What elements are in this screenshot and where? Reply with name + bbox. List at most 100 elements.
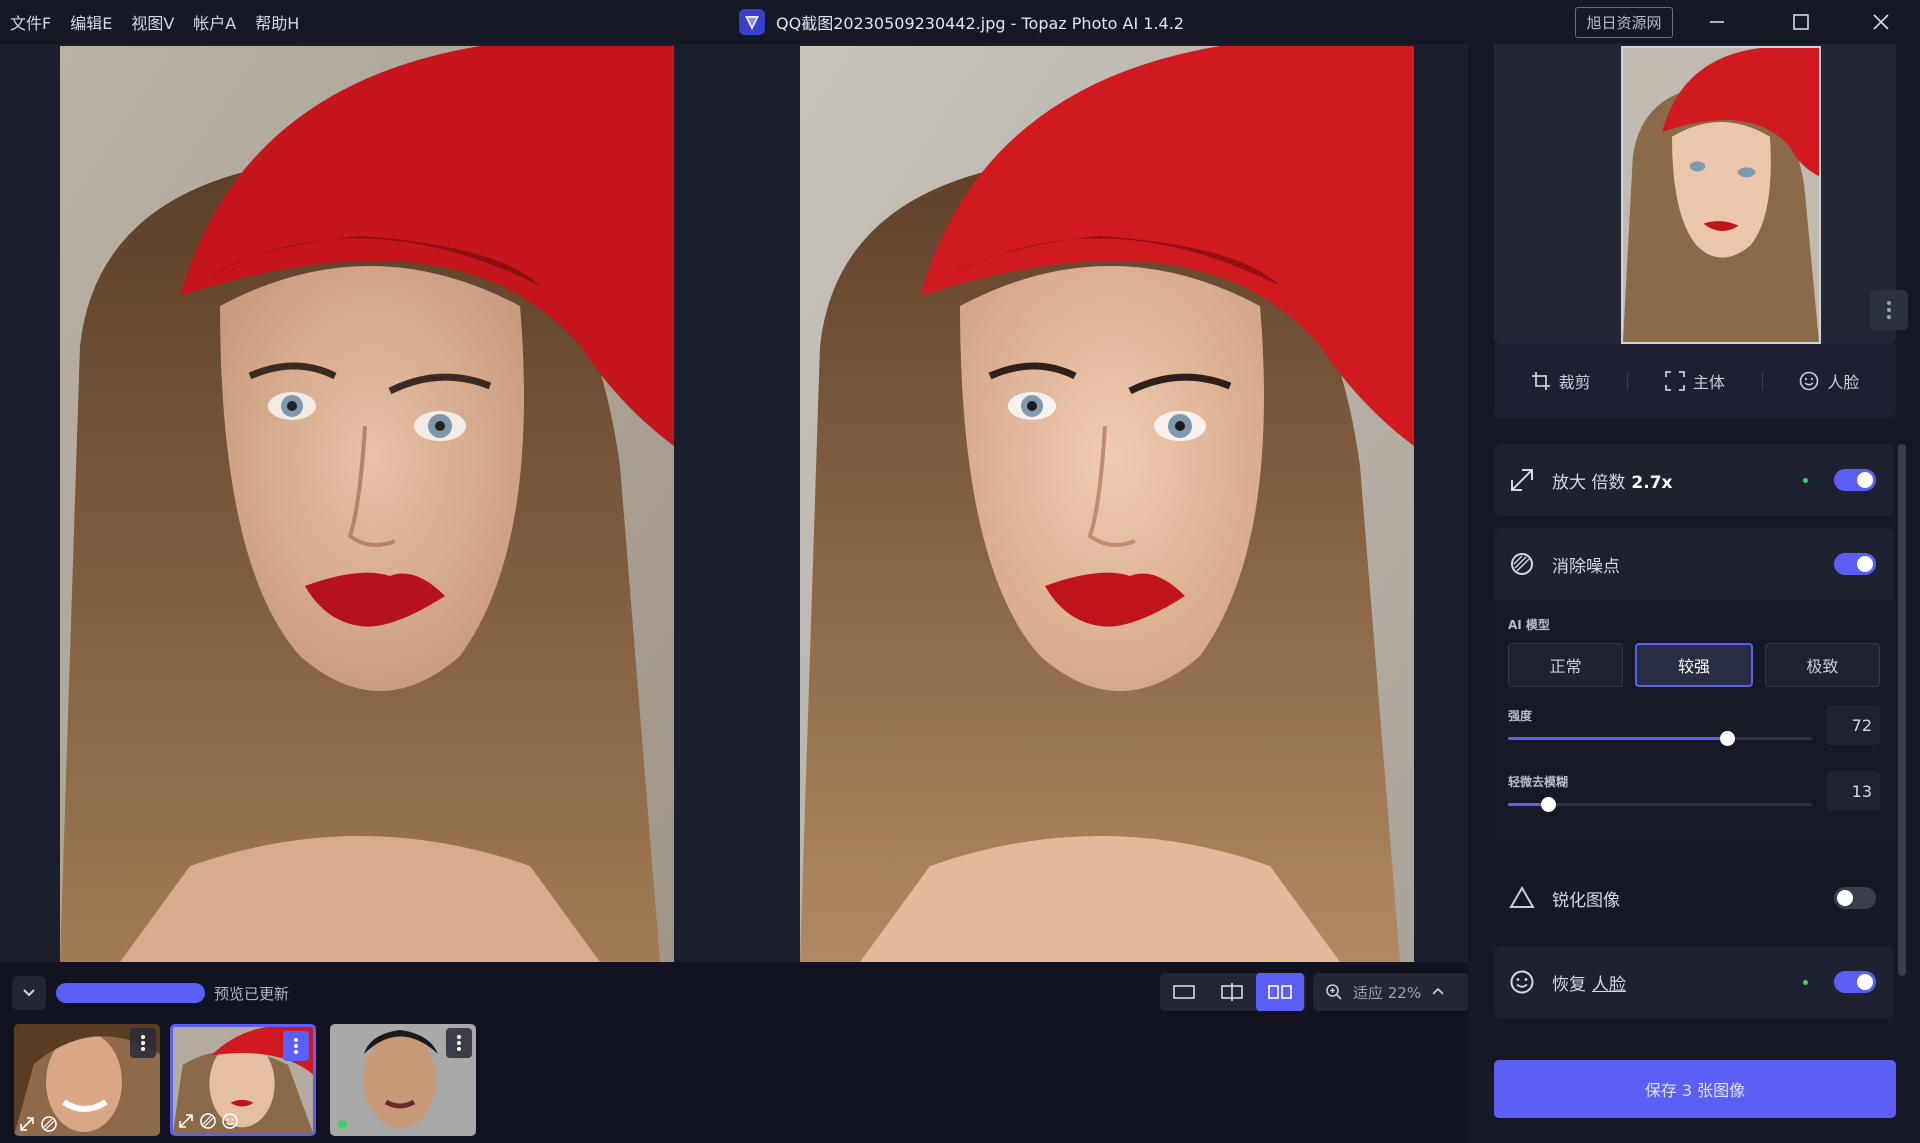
view-single-button[interactable] <box>1160 973 1208 1011</box>
crop-tool-button[interactable]: 裁剪 <box>1494 369 1627 393</box>
menu-view[interactable]: 视图V <box>131 10 174 34</box>
model-normal-button[interactable]: 正常 <box>1508 643 1624 687</box>
navigator-thumbnail[interactable] <box>1621 46 1821 344</box>
upscale-header[interactable]: 放大 倍数 2.7x <box>1494 444 1894 516</box>
save-images-button[interactable]: 保存 3 张图像 <box>1494 1060 1896 1118</box>
chevron-down-icon <box>23 989 35 997</box>
sharpen-card: 锐化图像 <box>1494 862 1894 934</box>
face-recovery-card: 恢复 人脸 <box>1494 946 1894 1018</box>
face-icon <box>1510 970 1534 994</box>
single-view-icon <box>1173 985 1195 999</box>
topaz-logo-icon <box>739 9 765 35</box>
denoise-card: 消除噪点 AI 模型 正常 较强 极致 强度 72 轻微去模糊 13 <box>1494 528 1894 843</box>
thumbnail-menu-button[interactable] <box>446 1028 472 1058</box>
model-extreme-button[interactable]: 极致 <box>1764 643 1880 687</box>
thumbnail-menu-button[interactable] <box>130 1028 156 1058</box>
navigator-menu-button[interactable] <box>1870 290 1908 330</box>
crop-icon <box>1531 372 1550 390</box>
ai-model-label: AI 模型 <box>1508 618 1550 632</box>
denoise-toggle[interactable] <box>1834 553 1876 575</box>
strength-slider-handle[interactable] <box>1719 731 1735 746</box>
maximize-icon[interactable] <box>1786 8 1816 36</box>
thumbnail-red-beret-woman[interactable] <box>170 1024 316 1136</box>
deblur-label: 轻微去模糊 <box>1508 775 1569 789</box>
face-label: 人脸 <box>1827 373 1860 392</box>
thumbnail-status-icons <box>177 1112 239 1130</box>
close-icon[interactable] <box>1866 8 1896 36</box>
settings-scrollbar[interactable] <box>1898 444 1906 976</box>
selection-tools: 裁剪 主体 人脸 <box>1494 344 1896 418</box>
window-title: QQ截图20230509230442.jpg - Topaz Photo AI … <box>738 0 1184 44</box>
sharpen-icon <box>1509 886 1535 908</box>
upscale-factor: 2.7x <box>1631 472 1673 493</box>
denoise-header[interactable]: 消除噪点 <box>1494 528 1894 600</box>
denoise-icon <box>1511 553 1533 575</box>
upscale-toggle[interactable] <box>1834 469 1876 491</box>
deblur-slider-handle[interactable] <box>1540 797 1556 812</box>
deblur-slider-row: 轻微去模糊 13 <box>1508 763 1880 829</box>
thumbnail-man-portrait[interactable] <box>330 1024 476 1136</box>
original-image[interactable] <box>60 46 674 962</box>
window-title-text: QQ截图20230509230442.jpg - Topaz Photo AI … <box>776 14 1184 33</box>
face-tool-button[interactable]: 人脸 <box>1763 369 1896 393</box>
sharpen-toggle[interactable] <box>1834 887 1876 909</box>
menu-account[interactable]: 帐户A <box>193 10 236 34</box>
upscale-icon <box>20 1117 34 1131</box>
upscale-icon <box>179 1114 193 1128</box>
deblur-slider[interactable] <box>1508 797 1812 812</box>
zoom-level: 适应 22% <box>1353 983 1422 1002</box>
thumbnail-status-icons <box>18 1115 58 1133</box>
filmstrip <box>0 1018 1468 1143</box>
deblur-value-input[interactable]: 13 <box>1826 771 1880 811</box>
face-recovery-link[interactable]: 人脸 <box>1592 975 1626 995</box>
zoom-control[interactable]: 适应 22% <box>1313 973 1468 1011</box>
strength-value-input[interactable]: 72 <box>1826 705 1880 745</box>
collapse-filmstrip-button[interactable] <box>12 976 46 1010</box>
more-vertical-icon <box>141 1035 145 1051</box>
preview-progress-bar <box>56 983 205 1003</box>
subject-tool-button[interactable]: 主体 <box>1628 369 1761 393</box>
active-indicator <box>1803 979 1808 985</box>
thumbnail-smiling-woman[interactable] <box>14 1024 160 1136</box>
denoise-icon <box>200 1113 216 1129</box>
right-panel: 裁剪 主体 人脸 放大 倍数 2.7x 消除噪点 AI 模型 正常 较强 极致 … <box>1468 44 1920 1143</box>
upscale-title: 放大 倍数 2.7x <box>1552 472 1673 493</box>
more-vertical-icon <box>1887 301 1891 319</box>
more-vertical-icon <box>294 1038 298 1054</box>
sharpen-title: 锐化图像 <box>1552 890 1620 911</box>
watermark-badge: 旭日资源网 <box>1575 7 1673 38</box>
sharpen-header[interactable]: 锐化图像 <box>1494 862 1894 934</box>
minimize-icon[interactable] <box>1702 8 1732 36</box>
enhanced-image[interactable] <box>800 46 1414 962</box>
thumbnail-menu-button[interactable] <box>283 1031 309 1061</box>
denoise-title: 消除噪点 <box>1552 556 1620 577</box>
model-strong-button[interactable]: 较强 <box>1635 643 1753 687</box>
view-mode-group <box>1160 973 1306 1011</box>
status-dot-icon <box>338 1120 347 1129</box>
menu-file[interactable]: 文件F <box>10 10 51 34</box>
strength-slider[interactable] <box>1508 731 1812 746</box>
strength-label: 强度 <box>1508 709 1533 723</box>
view-side-by-side-button[interactable] <box>1256 973 1304 1011</box>
menu-edit[interactable]: 编辑E <box>70 10 112 34</box>
title-bar: 文件F 编辑E 视图V 帐户A 帮助H QQ截图20230509230442.j… <box>0 0 1920 44</box>
denoise-icon <box>41 1116 57 1132</box>
strength-slider-fill <box>1508 737 1727 740</box>
navigator-panel <box>1494 44 1908 344</box>
active-indicator <box>1803 477 1808 483</box>
view-split-button[interactable] <box>1208 973 1256 1011</box>
split-view-icon <box>1221 983 1243 1001</box>
face-recovery-header[interactable]: 恢复 人脸 <box>1494 946 1894 1018</box>
face-recovery-title: 恢复 人脸 <box>1552 974 1626 995</box>
menu-help[interactable]: 帮助H <box>255 10 299 34</box>
thumbnail-status-icons <box>334 1116 351 1133</box>
more-vertical-icon <box>457 1035 461 1051</box>
side-by-side-icon <box>1268 985 1292 999</box>
image-canvas[interactable] <box>0 44 1468 962</box>
subject-select-icon <box>1665 371 1685 391</box>
face-icon <box>222 1113 238 1129</box>
crop-label: 裁剪 <box>1558 373 1591 392</box>
face-recovery-toggle[interactable] <box>1834 971 1876 993</box>
strength-slider-row: 强度 72 <box>1508 697 1880 763</box>
chevron-up-icon <box>1432 987 1444 995</box>
